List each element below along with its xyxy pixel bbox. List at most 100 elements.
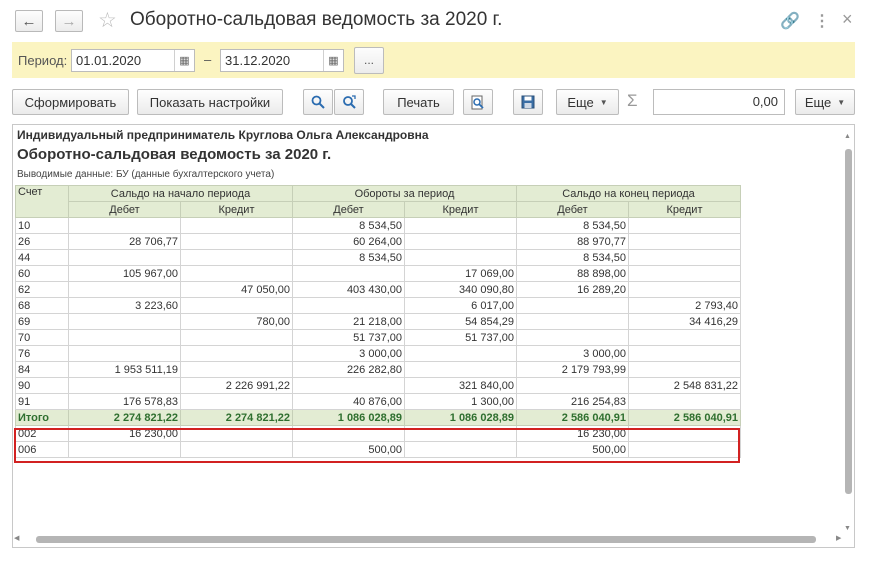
amount-cell[interactable]: 17 069,00 (404, 265, 517, 282)
amount-cell[interactable]: 21 218,00 (292, 313, 405, 330)
amount-cell[interactable]: 105 967,00 (68, 265, 181, 282)
account-cell[interactable]: 44 (15, 249, 69, 266)
account-cell[interactable]: 70 (15, 329, 69, 346)
amount-cell[interactable] (404, 233, 517, 250)
amount-cell[interactable]: 40 876,00 (292, 393, 405, 410)
amount-cell[interactable]: 34 416,29 (628, 313, 741, 330)
amount-cell[interactable]: 176 578,83 (68, 393, 181, 410)
amount-cell[interactable]: 51 737,00 (292, 329, 405, 346)
amount-cell[interactable]: 2 179 793,99 (516, 361, 629, 378)
account-cell[interactable]: Итого (15, 409, 69, 426)
account-cell[interactable]: 84 (15, 361, 69, 378)
vertical-scrollbar[interactable]: ▲ ▼ (844, 133, 852, 535)
amount-cell[interactable] (68, 345, 181, 362)
amount-cell[interactable]: 3 223,60 (68, 297, 181, 314)
amount-cell[interactable]: 1 300,00 (404, 393, 517, 410)
amount-cell[interactable] (628, 233, 741, 250)
table-row[interactable]: 60 105 967,00 17 069,00 88 898,00 (15, 265, 741, 282)
amount-cell[interactable]: 2 274 821,22 (180, 409, 293, 426)
amount-cell[interactable]: 3 000,00 (292, 345, 405, 362)
amount-cell[interactable]: 2 226 991,22 (180, 377, 293, 394)
close-icon[interactable]: × (842, 9, 853, 30)
amount-cell[interactable]: 6 017,00 (404, 297, 517, 314)
account-cell[interactable]: 69 (15, 313, 69, 330)
account-cell[interactable]: 60 (15, 265, 69, 282)
amount-cell[interactable]: 8 534,50 (292, 217, 405, 234)
refresh-search-button[interactable] (334, 89, 364, 115)
account-cell[interactable]: 62 (15, 281, 69, 298)
account-cell[interactable]: 68 (15, 297, 69, 314)
amount-cell[interactable] (404, 249, 517, 266)
table-row[interactable]: 10 8 534,50 8 534,50 (15, 217, 741, 234)
account-cell[interactable]: 006 (15, 441, 69, 458)
table-row[interactable]: 26 28 706,77 60 264,00 88 970,77 (15, 233, 741, 250)
scroll-down-icon[interactable]: ▼ (844, 525, 851, 532)
amount-cell[interactable] (404, 217, 517, 234)
amount-cell[interactable] (628, 441, 741, 458)
amount-cell[interactable] (404, 361, 517, 378)
amount-cell[interactable] (516, 297, 629, 314)
amount-cell[interactable]: 2 274 821,22 (68, 409, 181, 426)
calendar-icon[interactable]: ▦ (323, 50, 343, 71)
amount-cell[interactable] (68, 441, 181, 458)
amount-cell[interactable] (180, 249, 293, 266)
total-row[interactable]: Итого 2 274 821,22 2 274 821,22 1 086 028,8… (15, 409, 741, 426)
amount-cell[interactable]: 2 586 040,91 (628, 409, 741, 426)
amount-cell[interactable]: 88 898,00 (516, 265, 629, 282)
amount-cell[interactable] (292, 377, 405, 394)
period-select-button[interactable]: ... (354, 47, 384, 74)
amount-cell[interactable]: 3 000,00 (516, 345, 629, 362)
generate-button[interactable]: Сформировать (12, 89, 129, 115)
amount-cell[interactable]: 16 230,00 (68, 425, 181, 442)
amount-cell[interactable] (628, 249, 741, 266)
more-vert-icon[interactable]: ⋮ (814, 11, 830, 31)
amount-cell[interactable] (292, 297, 405, 314)
amount-cell[interactable]: 321 840,00 (404, 377, 517, 394)
offbalance-row[interactable]: 002 16 230,00 16 230,00 (15, 425, 741, 442)
amount-cell[interactable] (516, 329, 629, 346)
table-row[interactable]: 84 1 953 511,19 226 282,80 2 179 793,99 (15, 361, 741, 378)
amount-cell[interactable]: 47 050,00 (180, 281, 293, 298)
amount-cell[interactable]: 403 430,00 (292, 281, 405, 298)
amount-cell[interactable] (628, 329, 741, 346)
scroll-right-icon[interactable]: ▶ (836, 534, 841, 542)
account-cell[interactable]: 10 (15, 217, 69, 234)
calendar-icon[interactable]: ▦ (174, 50, 194, 71)
amount-cell[interactable] (404, 441, 517, 458)
amount-cell[interactable] (180, 265, 293, 282)
amount-cell[interactable]: 500,00 (292, 441, 405, 458)
account-cell[interactable]: 002 (15, 425, 69, 442)
forward-button[interactable]: → (55, 10, 83, 32)
amount-cell[interactable]: 1 086 028,89 (292, 409, 405, 426)
amount-cell[interactable]: 216 254,83 (516, 393, 629, 410)
table-row[interactable]: 76 3 000,00 3 000,00 (15, 345, 741, 362)
amount-cell[interactable]: 2 586 040,91 (516, 409, 629, 426)
amount-cell[interactable] (404, 345, 517, 362)
amount-cell[interactable] (628, 281, 741, 298)
amount-cell[interactable] (180, 441, 293, 458)
amount-cell[interactable] (180, 297, 293, 314)
amount-cell[interactable] (180, 425, 293, 442)
amount-cell[interactable] (628, 425, 741, 442)
vertical-scroll-thumb[interactable] (845, 149, 852, 494)
amount-cell[interactable]: 1 086 028,89 (404, 409, 517, 426)
amount-cell[interactable] (628, 345, 741, 362)
sum-field[interactable]: 0,00 (653, 89, 785, 115)
amount-cell[interactable]: 51 737,00 (404, 329, 517, 346)
preview-button[interactable] (463, 89, 493, 115)
table-row[interactable]: 90 2 226 991,22 321 840,00 2 548 831,22 (15, 377, 741, 394)
amount-cell[interactable] (516, 377, 629, 394)
amount-cell[interactable]: 60 264,00 (292, 233, 405, 250)
amount-cell[interactable] (180, 345, 293, 362)
amount-cell[interactable]: 780,00 (180, 313, 293, 330)
account-cell[interactable]: 76 (15, 345, 69, 362)
star-icon[interactable]: ☆ (98, 8, 117, 33)
amount-cell[interactable]: 2 793,40 (628, 297, 741, 314)
account-cell[interactable]: 26 (15, 233, 69, 250)
amount-cell[interactable]: 16 289,20 (516, 281, 629, 298)
amount-cell[interactable] (68, 217, 181, 234)
table-row[interactable]: 62 47 050,00 403 430,00 340 090,80 16 289,20 (15, 281, 741, 298)
period-to-field[interactable]: 31.12.2020 ▦ (220, 49, 344, 72)
scroll-left-icon[interactable]: ◀ (14, 534, 19, 542)
amount-cell[interactable] (180, 393, 293, 410)
